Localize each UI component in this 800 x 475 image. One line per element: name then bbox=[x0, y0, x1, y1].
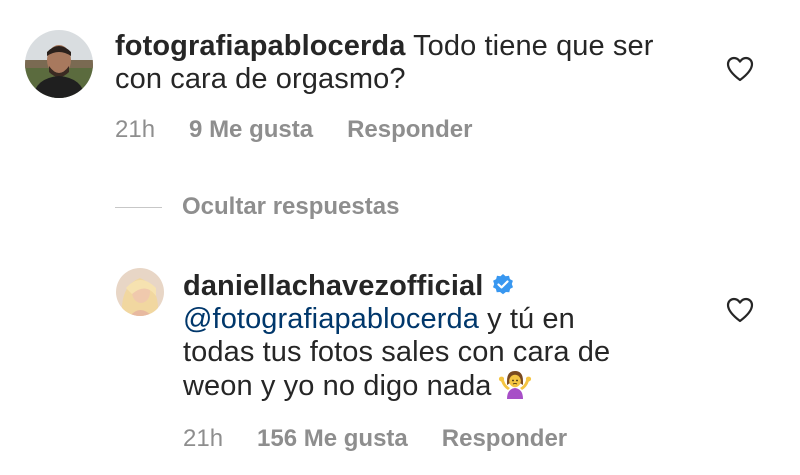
reply-text-line1: y tú en bbox=[487, 303, 575, 335]
comment-time: 21h bbox=[115, 116, 156, 143]
reply-time: 21h bbox=[183, 425, 224, 452]
divider-line bbox=[115, 206, 162, 208]
hide-replies-toggle[interactable]: Ocultar respuestas bbox=[115, 193, 399, 221]
reply-mention-link[interactable]: @fotografiapablocerda bbox=[183, 303, 479, 335]
reply-text-line3: weon y yo no digo nada bbox=[183, 370, 492, 402]
avatar-photo-icon bbox=[116, 268, 164, 316]
reply-meta: 21h 156 Me gusta Responder bbox=[183, 425, 601, 453]
heart-icon[interactable] bbox=[726, 297, 754, 323]
avatar-photo-icon bbox=[25, 30, 93, 98]
avatar-daniellachavezofficial[interactable] bbox=[116, 268, 164, 316]
comment-body: fotografiapablocerda Todo tiene que ser … bbox=[115, 30, 705, 96]
reply-reply-button[interactable]: Responder bbox=[442, 425, 567, 453]
verified-badge-icon bbox=[493, 274, 514, 295]
comment-likes[interactable]: 9 Me gusta bbox=[189, 116, 313, 144]
comment-reply-button[interactable]: Responder bbox=[347, 116, 472, 144]
reply-body: daniellachavezofficial @fotografiapabloc… bbox=[183, 270, 723, 403]
comment-text-line1: Todo tiene que ser bbox=[413, 30, 654, 62]
avatar-fotografiapablocerda[interactable] bbox=[25, 30, 93, 98]
hide-replies-label[interactable]: Ocultar respuestas bbox=[182, 193, 399, 221]
reply-text-line2: todas tus fotos sales con cara de bbox=[183, 336, 611, 368]
reply-username[interactable]: daniellachavezofficial bbox=[183, 270, 483, 302]
comment-username[interactable]: fotografiapablocerda bbox=[115, 30, 405, 62]
person-shrugging-emoji bbox=[498, 371, 531, 399]
heart-icon[interactable] bbox=[726, 56, 754, 82]
comment-meta: 21h 9 Me gusta Responder bbox=[115, 116, 506, 144]
reply-likes[interactable]: 156 Me gusta bbox=[257, 425, 408, 453]
comment-text-line2: con cara de orgasmo? bbox=[115, 63, 406, 95]
